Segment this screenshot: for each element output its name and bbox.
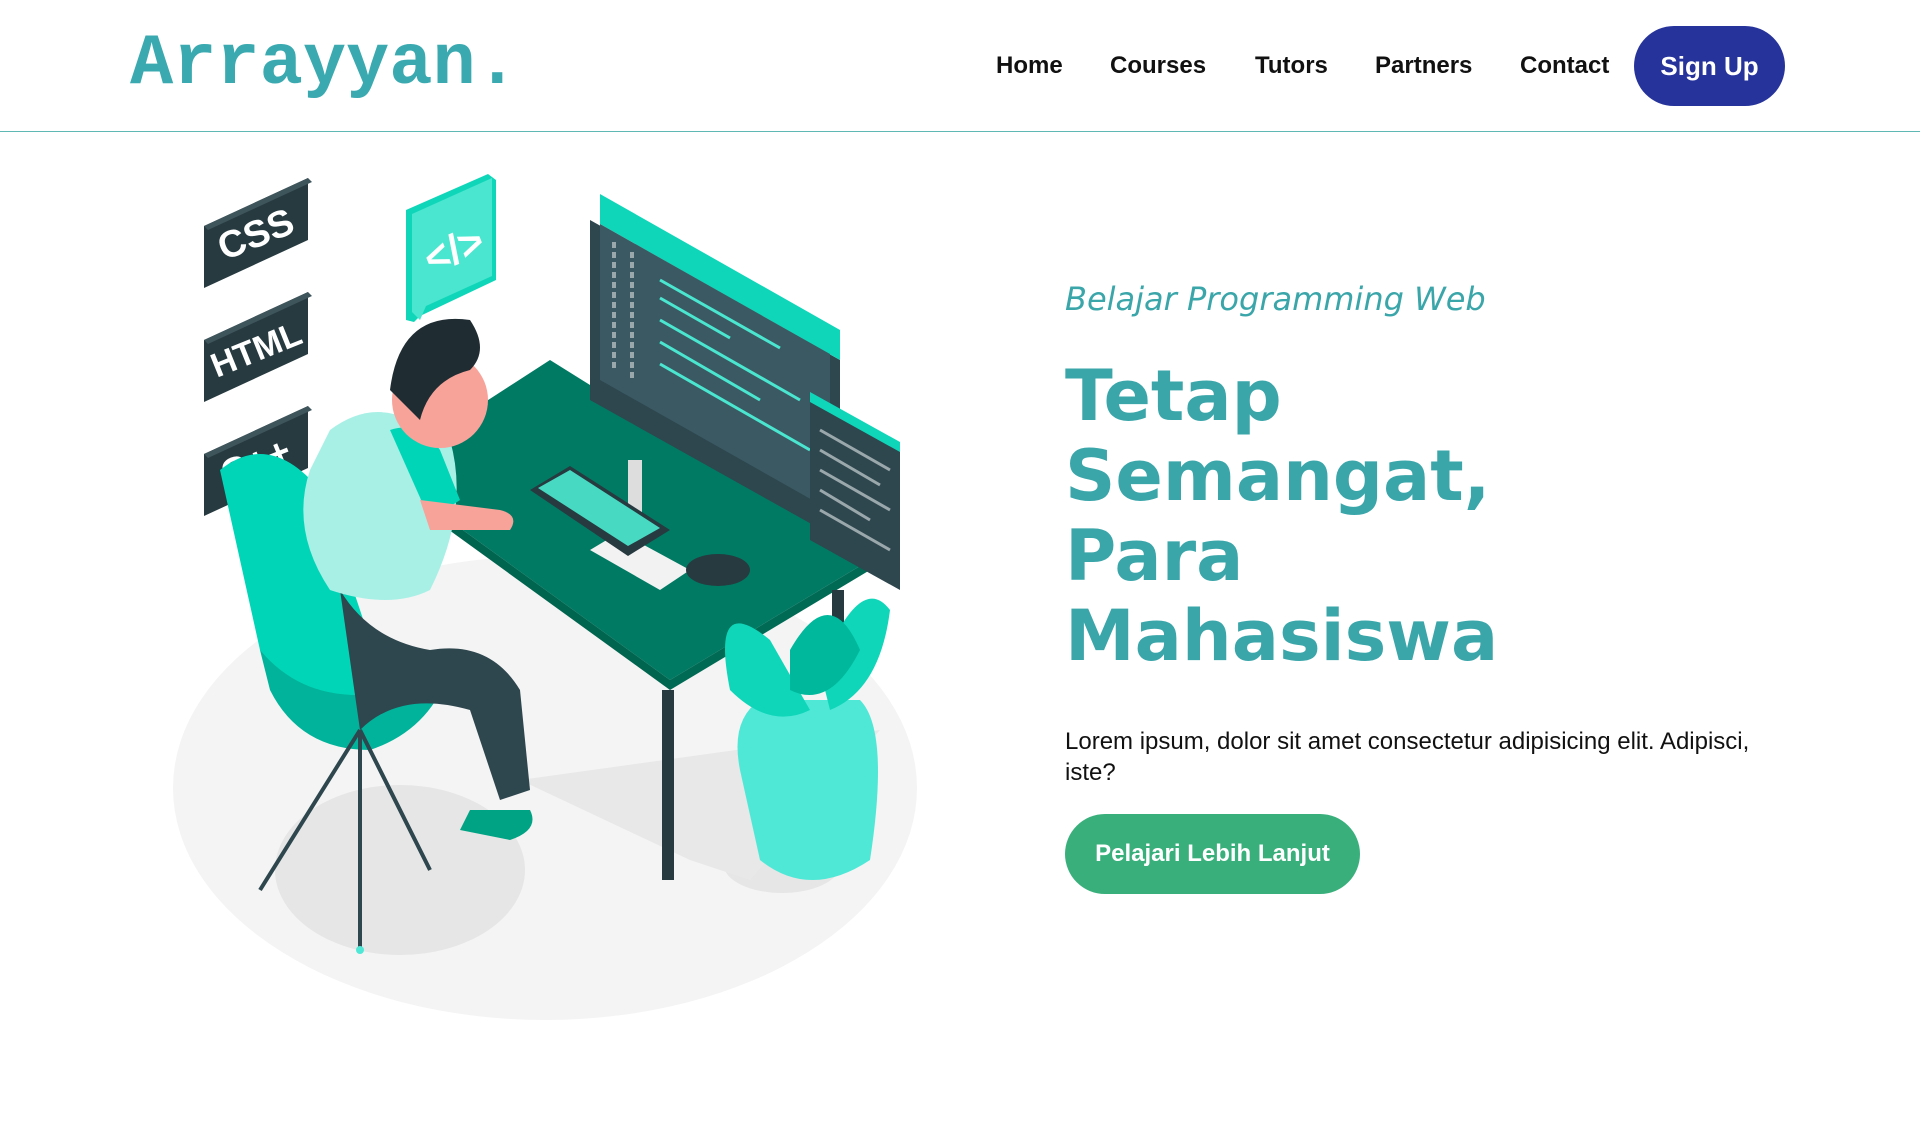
programmer-illustration: CSS HTML C++ </> <box>173 174 917 1020</box>
nav-tutors-link[interactable]: Tutors <box>1255 50 1328 82</box>
css-badge-icon: CSS <box>204 178 312 288</box>
signup-button[interactable]: Sign Up <box>1634 26 1785 106</box>
nav-contact-link[interactable]: Contact <box>1520 50 1609 82</box>
hero-text: Belajar Programming Web Tetap Semangat, … <box>1065 280 1785 895</box>
hero-subtitle: Belajar Programming Web <box>1065 280 1486 318</box>
html-badge-icon: HTML <box>204 292 312 402</box>
nav-home-link[interactable]: Home <box>996 50 1063 82</box>
navbar: Arrayyan. Home Courses Tutors Partners C… <box>0 0 1920 132</box>
hero-illustration: CSS HTML C++ </> <box>170 170 930 1020</box>
nav-courses-link[interactable]: Courses <box>1110 50 1206 82</box>
nav-links: Home Courses Tutors Partners Contact <box>0 50 1920 90</box>
hero-description: Lorem ipsum, dolor sit amet consectetur … <box>1065 728 1750 787</box>
mouse <box>686 554 750 586</box>
code-bubble-icon: </> <box>406 174 496 322</box>
nav-partners-link[interactable]: Partners <box>1375 50 1472 82</box>
hero-headline: Tetap Semangat, Para Mahasiswa <box>1065 356 1685 676</box>
hero-headline-line1: Tetap Semangat, <box>1065 355 1491 518</box>
learn-more-button[interactable]: Pelajari Lebih Lanjut <box>1065 814 1360 895</box>
hero-headline-line2: Para Mahasiswa <box>1065 515 1499 678</box>
